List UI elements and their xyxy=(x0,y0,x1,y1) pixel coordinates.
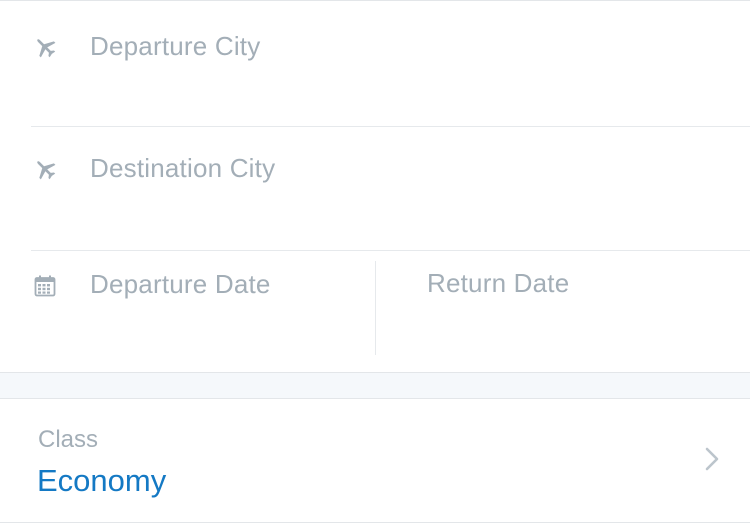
dates-row: Departure Date Return Date xyxy=(0,250,750,374)
chevron-right-icon xyxy=(700,443,724,475)
flight-search-form: Departure City Destination City Departur… xyxy=(0,0,750,373)
destination-city-field[interactable]: Destination City xyxy=(0,126,750,250)
departure-date-field[interactable]: Departure Date xyxy=(90,269,271,300)
departure-city-placeholder: Departure City xyxy=(90,31,261,61)
plane-icon xyxy=(31,155,59,183)
return-date-field[interactable]: Return Date xyxy=(427,268,569,299)
departure-city-field[interactable]: Departure City xyxy=(0,1,750,126)
date-divider xyxy=(375,261,376,355)
class-label: Class xyxy=(38,426,99,453)
class-value: Economy xyxy=(37,463,167,498)
plane-icon xyxy=(31,33,59,61)
section-spacer xyxy=(0,373,750,399)
class-selector[interactable]: Class Economy xyxy=(0,399,750,523)
destination-city-placeholder: Destination City xyxy=(90,153,276,183)
calendar-icon xyxy=(31,272,59,300)
